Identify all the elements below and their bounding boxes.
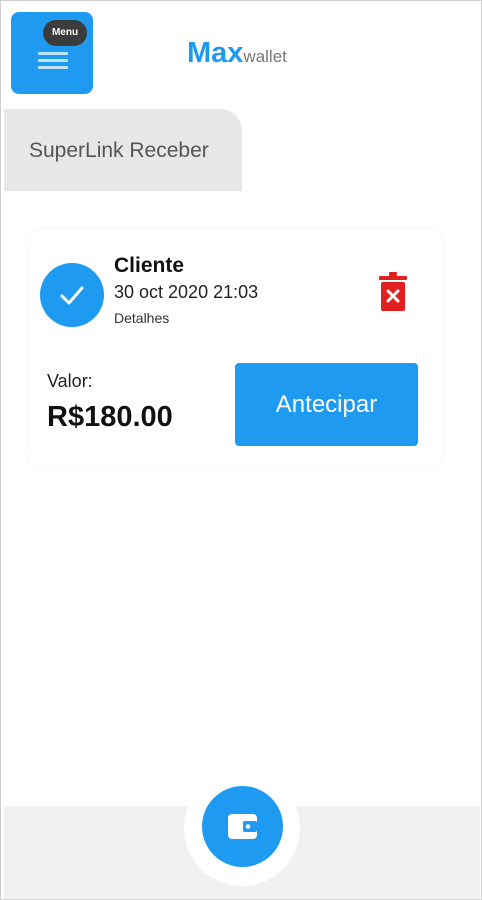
value-label: Valor: <box>47 371 93 391</box>
menu-button[interactable]: Menu <box>11 12 93 94</box>
status-badge <box>40 263 104 327</box>
app-frame: Menu Maxwallet SuperLink Receber Cliente… <box>0 0 482 900</box>
antecipar-button[interactable]: Antecipar <box>235 363 418 446</box>
delete-button[interactable] <box>377 271 409 318</box>
trash-icon <box>379 272 407 311</box>
transaction-datetime: 30 oct 2020 21:03 <box>114 282 259 302</box>
check-icon <box>60 286 84 305</box>
tab-label: SuperLink Receber <box>29 139 209 162</box>
wallet-icon <box>228 814 257 839</box>
client-name: Cliente <box>114 254 185 277</box>
details-link[interactable]: Detalhes <box>114 310 169 326</box>
value-amount: R$180.00 <box>47 401 173 433</box>
wallet-button[interactable] <box>202 786 283 867</box>
menu-label: Menu <box>43 20 87 46</box>
brand-secondary: wallet <box>243 47 287 66</box>
brand-primary: Max <box>187 37 244 69</box>
brand-logo: Maxwallet <box>187 37 287 70</box>
hamburger-menu-icon <box>38 52 68 73</box>
